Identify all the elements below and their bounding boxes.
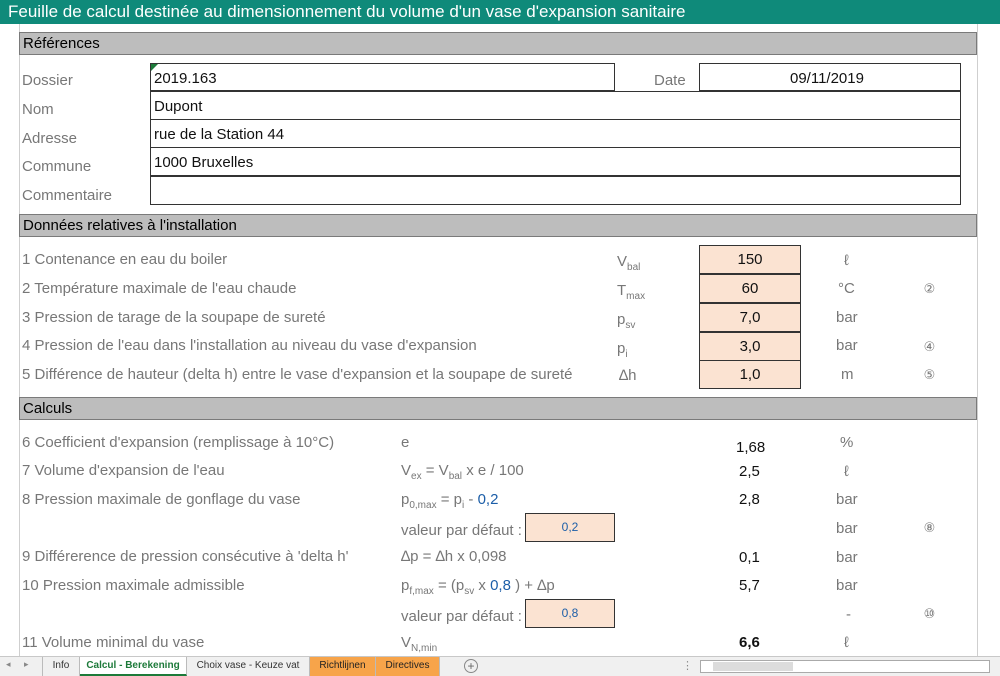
- adresse-label: Adresse: [22, 130, 78, 147]
- calc-row-label: 7 Volume d'expansion de l'eau: [22, 462, 225, 479]
- calc-row-formula: p0,max = pi - 0,2: [401, 491, 499, 511]
- default-value-label: valeur par défaut :: [401, 608, 522, 625]
- calc-row-result: 0,1: [739, 549, 760, 566]
- min-vessel-volume-result: 6,6: [739, 634, 760, 651]
- nom-cell[interactable]: Dupont: [150, 91, 961, 120]
- section-calculs: Calculs: [19, 397, 977, 420]
- calc-row-formula: ∆p = ∆h x 0,098: [401, 548, 507, 565]
- note-2-icon: ②: [923, 281, 936, 296]
- horizontal-scrollbar[interactable]: [700, 660, 990, 673]
- calc-row-label: 11 Volume minimal du vase: [22, 634, 205, 651]
- installation-row-unit: bar: [836, 337, 858, 354]
- sheet-title: Feuille de calcul destinée au dimensionn…: [0, 0, 1000, 24]
- installation-row-label: 3 Pression de tarage de la soupape de su…: [22, 309, 326, 326]
- installation-row-symbol: pi: [617, 340, 628, 360]
- date-cell[interactable]: 09/11/2019: [699, 63, 961, 91]
- calc-row-label: 9 Différerence de pression consécutive à…: [22, 548, 349, 565]
- scrollbar-thumb[interactable]: [713, 662, 793, 671]
- commune-cell[interactable]: 1000 Bruxelles: [150, 147, 961, 176]
- max-temperature-input[interactable]: 60: [699, 274, 801, 303]
- date-value: 09/11/2019: [790, 70, 864, 87]
- section-references: Références: [19, 32, 977, 55]
- tab-splitter-icon[interactable]: ⋮: [682, 659, 693, 672]
- note-5-icon: ⑤: [923, 367, 936, 382]
- calc-row-unit: bar: [836, 491, 858, 508]
- adresse-value: rue de la Station 44: [154, 126, 285, 143]
- calc-row-result: 5,7: [739, 577, 760, 594]
- installation-row-symbol: Tmax: [617, 282, 646, 302]
- commentaire-cell[interactable]: [150, 176, 961, 205]
- tab-calcul-berekening[interactable]: Calcul - Berekening: [80, 657, 187, 676]
- spreadsheet-grid[interactable]: Références Dossier 2019.163 Date 09/11/2…: [0, 24, 1000, 656]
- section-installation: Données relatives à l'installation: [19, 214, 977, 237]
- installation-row-symbol: Vbal: [617, 253, 641, 273]
- tab-info[interactable]: Info: [42, 657, 80, 676]
- calc-row-label: 8 Pression maximale de gonflage du vase: [22, 491, 301, 508]
- calc-row-formula: e: [401, 434, 410, 451]
- tab-directives[interactable]: Directives: [376, 657, 440, 676]
- installation-pressure-input[interactable]: 3,0: [699, 332, 801, 361]
- calc-row-unit: %: [840, 434, 854, 451]
- installation-row-unit: ℓ: [844, 252, 849, 269]
- tab-choix-vase[interactable]: Choix vase - Keuze vat: [187, 657, 310, 676]
- safety-valve-pressure-input[interactable]: 7,0: [699, 303, 801, 332]
- note-4-icon: ④: [923, 339, 936, 354]
- commentaire-label: Commentaire: [22, 187, 113, 204]
- calc-row-result: 1,68: [736, 439, 766, 456]
- installation-row-symbol: psv: [617, 311, 636, 331]
- dossier-value: 2019.163: [154, 70, 217, 87]
- default-factor-input[interactable]: 0,8: [525, 599, 615, 628]
- grid-line: [977, 24, 978, 656]
- installation-row-label: 1 Contenance en eau du boiler: [22, 251, 228, 268]
- calc-row-formula: pf,max = (psv x 0,8 ) + ∆p: [401, 577, 555, 597]
- adresse-cell[interactable]: rue de la Station 44: [150, 119, 961, 148]
- dossier-label: Dossier: [22, 72, 73, 89]
- note-8-icon: ⑧: [923, 520, 936, 535]
- tab-richtlijnen[interactable]: Richtlijnen: [310, 657, 376, 676]
- installation-row-label: 4 Pression de l'eau dans l'installation …: [22, 337, 477, 354]
- grid-line: [19, 24, 20, 656]
- calc-row-label: 6 Coefficient d'expansion (remplissage à…: [22, 434, 335, 451]
- note-10-icon: ⑩: [923, 606, 936, 621]
- sheet-tab-bar: ◂ ▸ Info Calcul - Berekening Choix vase …: [0, 656, 1000, 676]
- calc-row-formula: Vex = Vbal x e / 100: [401, 462, 524, 482]
- calc-row-label: 10 Pression maximale admissible: [22, 577, 245, 594]
- calc-row-result: 2,8: [739, 491, 760, 508]
- calc-row-unit: bar: [836, 577, 858, 594]
- calc-row-formula: VN,min: [401, 634, 438, 654]
- nom-value: Dupont: [154, 98, 203, 115]
- default-value-label: valeur par défaut :: [401, 522, 522, 539]
- calc-row-unit: bar: [836, 549, 858, 566]
- dossier-cell[interactable]: 2019.163: [150, 63, 615, 91]
- boiler-volume-input[interactable]: 150: [699, 245, 801, 274]
- calc-row-unit: bar: [836, 520, 858, 537]
- date-label: Date: [654, 72, 686, 89]
- installation-row-label: 5 Différence de hauteur (delta h) entre …: [22, 366, 573, 383]
- nom-label: Nom: [22, 101, 54, 118]
- calc-row-unit: ℓ: [844, 463, 849, 480]
- add-sheet-icon[interactable]: +: [464, 659, 478, 673]
- installation-row-label: 2 Température maximale de l'eau chaude: [22, 280, 297, 297]
- installation-row-unit: °C: [838, 280, 855, 297]
- installation-row-unit: m: [841, 366, 854, 383]
- calc-row-unit: ℓ: [844, 634, 849, 651]
- commune-value: 1000 Bruxelles: [154, 154, 254, 171]
- calc-row-unit: -: [846, 606, 851, 623]
- height-difference-input[interactable]: 1,0: [699, 360, 801, 389]
- calc-row-result: 2,5: [739, 463, 760, 480]
- installation-row-unit: bar: [836, 309, 858, 326]
- default-offset-input[interactable]: 0,2: [525, 513, 615, 542]
- commune-label: Commune: [22, 158, 92, 175]
- tab-scroll-right-icon[interactable]: ▸: [24, 659, 29, 670]
- tab-scroll-left-icon[interactable]: ◂: [6, 659, 11, 670]
- installation-row-symbol: ∆h: [619, 367, 637, 384]
